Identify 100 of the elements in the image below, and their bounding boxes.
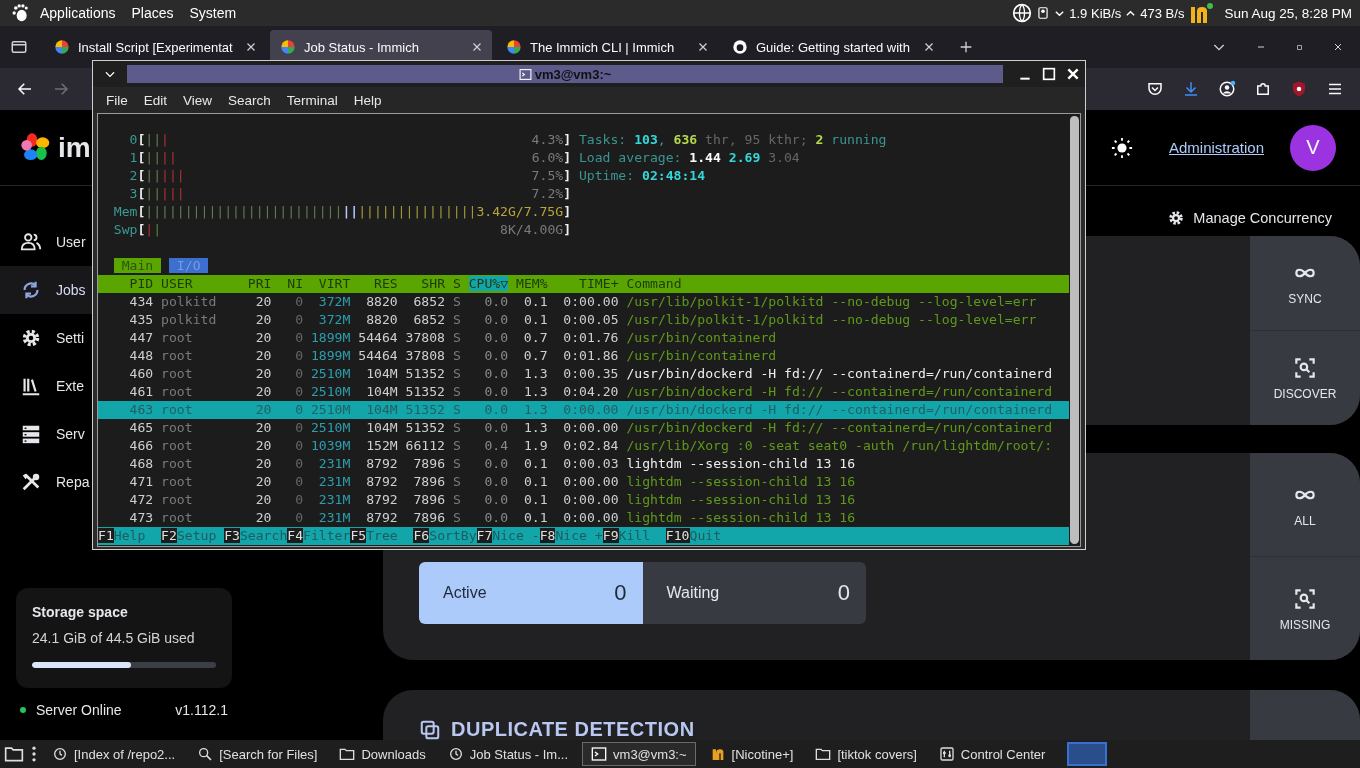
function-key-button[interactable]: F6SortBy <box>413 528 477 543</box>
column-header[interactable]: NI <box>287 276 304 291</box>
scrollbar[interactable] <box>1070 116 1079 544</box>
process-row[interactable]: 460 root 20 0 2510M 104M 51352 S 0.0 1.3 0:00.35 /usr/bin/dockerd -H fd:// --containerd=/run/containerd <box>98 365 1069 383</box>
theme-toggle-icon[interactable] <box>1110 136 1133 159</box>
function-key-button[interactable]: F2Setup <box>161 528 225 543</box>
menu-item[interactable]: Terminal <box>279 92 345 108</box>
column-header[interactable]: SHR <box>421 276 445 291</box>
handle-icon[interactable] <box>30 744 38 764</box>
table-cell: S <box>452 492 461 507</box>
table-cell: S <box>452 330 461 345</box>
column-header[interactable]: CPU%▽ <box>468 276 509 291</box>
sidebar-item[interactable]: Exte <box>0 362 92 410</box>
puzzle-icon[interactable] <box>1254 80 1272 98</box>
process-row[interactable]: 434 polkitd 20 0 372M 8820 6852 S 0.0 0.1 0:00.00 /usr/lib/polkit-1/polkitd --no-debug --log-level=err <box>98 293 1069 311</box>
taskbar-item[interactable]: Control Center <box>930 742 1054 766</box>
function-key-button[interactable]: F3Search <box>224 528 288 543</box>
taskbar-item[interactable]: [Index of /repo2... <box>44 742 184 766</box>
account-icon[interactable] <box>1218 80 1236 98</box>
process-row[interactable]: 448 root 20 0 1899M 54464 37808 S 0.0 0.7 0:01.86 /usr/bin/containerd <box>98 347 1069 365</box>
process-row[interactable]: 465 root 20 0 2510M 104M 51352 S 0.0 1.3 0:00.00 /usr/bin/dockerd -H fd:// --containerd=/run/containerd <box>98 419 1069 437</box>
table-cell: 152M <box>366 438 398 453</box>
column-header[interactable]: TIME+ <box>579 276 619 291</box>
sidebar-item[interactable]: User <box>0 218 92 266</box>
function-key-button[interactable]: F1Help <box>98 528 162 543</box>
job-action-button[interactable]: SYNC <box>1250 236 1360 330</box>
function-key-button[interactable]: F10Quit <box>665 528 737 543</box>
manage-concurrency-button[interactable]: Manage Concurrency <box>1163 200 1336 236</box>
job-action-button[interactable]: ALL <box>1250 453 1360 556</box>
menu-item[interactable]: Places <box>125 5 180 21</box>
globe-icon[interactable] <box>1012 3 1033 23</box>
table-cell: 0 <box>295 366 304 381</box>
process-row[interactable]: 466 root 20 0 1039M 152M 66112 S 0.4 1.9 0:02.84 /usr/lib/Xorg :0 -seat seat0 -auth /run/lightdm/root/: <box>98 437 1069 455</box>
taskbar-item[interactable]: Job Status - Im... <box>439 742 577 766</box>
browser-tab[interactable]: Install Script [Experimentat <box>44 30 266 64</box>
function-key-button[interactable]: F9Kill <box>602 528 666 543</box>
process-row[interactable]: 473 root 20 0 231M 8792 7896 S 0.0 0.1 0:00.00 lightdm --session-child 13 16 <box>98 509 1069 527</box>
function-key-button[interactable]: F8Nice + <box>539 528 603 543</box>
taskbar-item[interactable]: [Search for Files] <box>189 742 326 766</box>
column-header[interactable]: PID <box>129 276 154 291</box>
column-header[interactable]: S <box>452 276 461 291</box>
menu-item[interactable]: Help <box>346 92 389 108</box>
taskbar-item[interactable]: [tiktok covers] <box>807 742 925 766</box>
sidebar-item[interactable]: Jobs <box>0 266 92 314</box>
process-row[interactable]: 435 polkitd 20 0 372M 8820 6852 S 0.0 0.1 0:00.05 /usr/lib/polkit-1/polkitd --no-debug --log-level=err <box>98 311 1069 329</box>
menu-item[interactable]: Edit <box>136 92 175 108</box>
maximize-icon[interactable] <box>1295 42 1304 52</box>
job-action-button[interactable]: MISSING <box>1250 556 1360 660</box>
process-row[interactable]: 471 root 20 0 231M 8792 7896 S 0.0 0.1 0:00.00 lightdm --session-child 13 16 <box>98 473 1069 491</box>
tab-list-icon[interactable] <box>10 38 28 56</box>
maximize-icon[interactable] <box>1041 66 1057 82</box>
browser-tab[interactable]: The Immich CLI | Immich <box>496 30 718 64</box>
taskbar-item[interactable]: vm3@vm3:~ <box>582 742 696 766</box>
function-key-button[interactable]: F7Nice - <box>476 528 540 543</box>
job-action-button[interactable]: DISCOVER <box>1250 330 1360 425</box>
foot-icon[interactable] <box>10 3 30 23</box>
menu-item[interactable]: Applications <box>34 5 122 21</box>
terminal-icon <box>591 746 608 762</box>
sidebar-item[interactable]: Serv <box>0 410 92 458</box>
process-row[interactable]: 472 root 20 0 231M 8792 7896 S 0.0 0.1 0:00.00 lightdm --session-child 13 16 <box>98 491 1069 509</box>
menu-item[interactable]: Search <box>221 92 278 108</box>
shield-icon[interactable] <box>1146 80 1164 98</box>
folder-icon[interactable] <box>4 744 24 764</box>
menu-item[interactable]: View <box>176 92 220 108</box>
plus-icon[interactable] <box>958 39 974 55</box>
table-cell: 0:01.76 <box>563 330 619 345</box>
workspace-switcher[interactable] <box>1067 742 1108 766</box>
process-row[interactable]: 461 root 20 0 2510M 104M 51352 S 0.0 1.3 0:04.20 /usr/bin/dockerd -H fd:// --containerd=/run/containerd <box>98 383 1069 401</box>
avatar[interactable]: V <box>1290 124 1336 171</box>
column-header[interactable]: USER <box>161 276 193 291</box>
shield-icon[interactable] <box>1290 80 1308 98</box>
close-icon[interactable] <box>1065 66 1081 82</box>
app-icon[interactable] <box>1188 1 1215 25</box>
menu-item[interactable]: File <box>99 92 135 108</box>
column-header[interactable]: PRI <box>247 276 272 291</box>
process-row[interactable]: 447 root 20 0 1899M 54464 37808 S 0.0 0.7 0:01.76 /usr/bin/containerd <box>98 329 1069 347</box>
browser-tab[interactable]: Guide: Getting started with <box>722 30 944 64</box>
column-header[interactable]: MEM% <box>516 276 548 291</box>
column-header[interactable]: RES <box>374 276 398 291</box>
function-key-button[interactable]: F4Filter <box>287 528 351 543</box>
drive-icon[interactable] <box>1036 4 1051 22</box>
process-row[interactable]: 468 root 20 0 231M 8792 7896 S 0.0 0.1 0:00.03 lightdm --session-child 13 16 <box>98 455 1069 473</box>
taskbar-item[interactable]: Downloads <box>331 742 434 766</box>
back-icon[interactable] <box>16 80 34 98</box>
forward-icon[interactable] <box>52 80 70 98</box>
close-icon[interactable] <box>1332 41 1344 53</box>
column-header[interactable]: VIRT <box>318 276 351 291</box>
swap-meter: Swp[|| 8K/4.00G] <box>112 222 572 237</box>
menu-item[interactable]: System <box>183 5 243 21</box>
logo-text[interactable]: im <box>58 131 91 164</box>
administration-link[interactable]: Administration <box>1168 139 1264 156</box>
table-cell: 0 <box>295 348 304 363</box>
sidebar-item[interactable]: Repa <box>0 458 92 506</box>
clock[interactable]: Sun Aug 25, 8:28 PM <box>1224 5 1352 21</box>
download-icon[interactable] <box>1182 80 1200 98</box>
column-header[interactable]: Command <box>626 276 682 291</box>
card-title: DUPLICATE DETECTION <box>451 718 695 740</box>
counter-label: Waiting <box>666 584 720 602</box>
taskbar-item[interactable]: [Nicotine+] <box>701 742 802 766</box>
sidebar-item[interactable]: Setti <box>0 314 92 362</box>
